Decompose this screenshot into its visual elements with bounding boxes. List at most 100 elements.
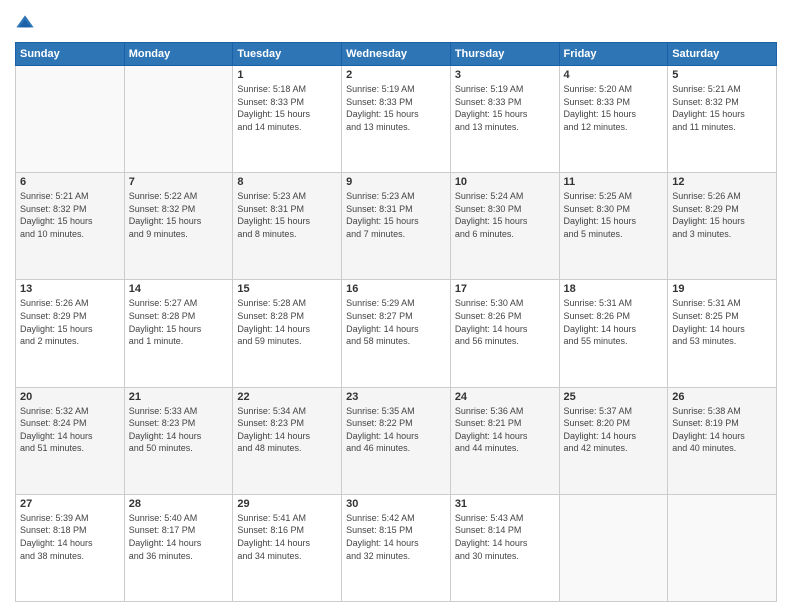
day-number: 5 — [672, 69, 772, 81]
day-info: Sunrise: 5:33 AM Sunset: 8:23 PM Dayligh… — [129, 405, 229, 455]
calendar-cell: 5 Sunrise: 5:21 AM Sunset: 8:32 PM Daylig… — [668, 66, 777, 173]
day-number: 23 — [346, 391, 446, 403]
day-info: Sunrise: 5:22 AM Sunset: 8:32 PM Dayligh… — [129, 190, 229, 240]
calendar-cell: 22 Sunrise: 5:34 AM Sunset: 8:23 PM Dayli… — [233, 387, 342, 494]
day-info: Sunrise: 5:27 AM Sunset: 8:28 PM Dayligh… — [129, 297, 229, 347]
calendar-cell: 8 Sunrise: 5:23 AM Sunset: 8:31 PM Daylig… — [233, 173, 342, 280]
weekday-header-tuesday: Tuesday — [233, 43, 342, 66]
day-info: Sunrise: 5:21 AM Sunset: 8:32 PM Dayligh… — [20, 190, 120, 240]
day-number: 31 — [455, 498, 555, 510]
day-number: 22 — [237, 391, 337, 403]
day-number: 7 — [129, 176, 229, 188]
calendar-week-4: 27Sunrise: 5:39 AM Sunset: 8:18 PM Dayli… — [16, 494, 777, 601]
day-info: Sunrise: 5:26 AM Sunset: 8:29 PM Dayligh… — [672, 190, 772, 240]
calendar-week-1: 6 Sunrise: 5:21 AM Sunset: 8:32 PM Daylig… — [16, 173, 777, 280]
calendar-cell: 7 Sunrise: 5:22 AM Sunset: 8:32 PM Daylig… — [124, 173, 233, 280]
calendar-cell: 14 Sunrise: 5:27 AM Sunset: 8:28 PM Dayli… — [124, 280, 233, 387]
weekday-header-saturday: Saturday — [668, 43, 777, 66]
day-info: Sunrise: 5:26 AM Sunset: 8:29 PM Dayligh… — [20, 297, 120, 347]
day-number: 14 — [129, 283, 229, 295]
day-info: Sunrise: 5:41 AM Sunset: 8:16 PM Dayligh… — [237, 512, 337, 562]
calendar-cell — [668, 494, 777, 601]
day-number: 2 — [346, 69, 446, 81]
calendar-table: SundayMondayTuesdayWednesdayThursdayFrid… — [15, 42, 777, 602]
day-number: 9 — [346, 176, 446, 188]
logo — [15, 14, 37, 34]
calendar-cell: 4Sunrise: 5:20 AM Sunset: 8:33 PM Daylig… — [559, 66, 668, 173]
day-number: 18 — [564, 283, 664, 295]
day-number: 21 — [129, 391, 229, 403]
day-info: Sunrise: 5:29 AM Sunset: 8:27 PM Dayligh… — [346, 297, 446, 347]
day-number: 16 — [346, 283, 446, 295]
calendar-cell: 17 Sunrise: 5:30 AM Sunset: 8:26 PM Dayli… — [450, 280, 559, 387]
calendar-cell: 26 Sunrise: 5:38 AM Sunset: 8:19 PM Dayli… — [668, 387, 777, 494]
calendar-cell: 30 Sunrise: 5:42 AM Sunset: 8:15 PM Dayli… — [342, 494, 451, 601]
day-number: 20 — [20, 391, 120, 403]
weekday-header-sunday: Sunday — [16, 43, 125, 66]
day-number: 27 — [20, 498, 120, 510]
day-info: Sunrise: 5:40 AM Sunset: 8:17 PM Dayligh… — [129, 512, 229, 562]
day-info: Sunrise: 5:20 AM Sunset: 8:33 PM Dayligh… — [564, 83, 664, 133]
calendar-cell: 29 Sunrise: 5:41 AM Sunset: 8:16 PM Dayli… — [233, 494, 342, 601]
calendar-cell: 25 Sunrise: 5:37 AM Sunset: 8:20 PM Dayli… — [559, 387, 668, 494]
weekday-header-wednesday: Wednesday — [342, 43, 451, 66]
weekday-header-monday: Monday — [124, 43, 233, 66]
day-info: Sunrise: 5:31 AM Sunset: 8:25 PM Dayligh… — [672, 297, 772, 347]
day-info: Sunrise: 5:38 AM Sunset: 8:19 PM Dayligh… — [672, 405, 772, 455]
day-info: Sunrise: 5:25 AM Sunset: 8:30 PM Dayligh… — [564, 190, 664, 240]
day-number: 8 — [237, 176, 337, 188]
day-number: 3 — [455, 69, 555, 81]
calendar-cell: 11Sunrise: 5:25 AM Sunset: 8:30 PM Dayli… — [559, 173, 668, 280]
day-info: Sunrise: 5:32 AM Sunset: 8:24 PM Dayligh… — [20, 405, 120, 455]
day-info: Sunrise: 5:23 AM Sunset: 8:31 PM Dayligh… — [237, 190, 337, 240]
day-info: Sunrise: 5:18 AM Sunset: 8:33 PM Dayligh… — [237, 83, 337, 133]
calendar-cell: 12 Sunrise: 5:26 AM Sunset: 8:29 PM Dayli… — [668, 173, 777, 280]
header — [15, 10, 777, 34]
day-number: 26 — [672, 391, 772, 403]
day-info: Sunrise: 5:28 AM Sunset: 8:28 PM Dayligh… — [237, 297, 337, 347]
calendar-cell: 31 Sunrise: 5:43 AM Sunset: 8:14 PM Dayli… — [450, 494, 559, 601]
day-info: Sunrise: 5:42 AM Sunset: 8:15 PM Dayligh… — [346, 512, 446, 562]
calendar-cell: 9 Sunrise: 5:23 AM Sunset: 8:31 PM Daylig… — [342, 173, 451, 280]
day-info: Sunrise: 5:19 AM Sunset: 8:33 PM Dayligh… — [455, 83, 555, 133]
day-info: Sunrise: 5:21 AM Sunset: 8:32 PM Dayligh… — [672, 83, 772, 133]
day-info: Sunrise: 5:23 AM Sunset: 8:31 PM Dayligh… — [346, 190, 446, 240]
day-number: 10 — [455, 176, 555, 188]
calendar-cell: 27Sunrise: 5:39 AM Sunset: 8:18 PM Dayli… — [16, 494, 125, 601]
day-info: Sunrise: 5:43 AM Sunset: 8:14 PM Dayligh… — [455, 512, 555, 562]
day-number: 15 — [237, 283, 337, 295]
calendar-cell: 6 Sunrise: 5:21 AM Sunset: 8:32 PM Daylig… — [16, 173, 125, 280]
calendar-cell: 15 Sunrise: 5:28 AM Sunset: 8:28 PM Dayli… — [233, 280, 342, 387]
calendar-week-0: 1 Sunrise: 5:18 AM Sunset: 8:33 PM Daylig… — [16, 66, 777, 173]
day-number: 13 — [20, 283, 120, 295]
day-info: Sunrise: 5:34 AM Sunset: 8:23 PM Dayligh… — [237, 405, 337, 455]
day-number: 6 — [20, 176, 120, 188]
day-number: 19 — [672, 283, 772, 295]
calendar-cell — [16, 66, 125, 173]
day-number: 28 — [129, 498, 229, 510]
day-info: Sunrise: 5:36 AM Sunset: 8:21 PM Dayligh… — [455, 405, 555, 455]
day-info: Sunrise: 5:37 AM Sunset: 8:20 PM Dayligh… — [564, 405, 664, 455]
calendar-cell: 20 Sunrise: 5:32 AM Sunset: 8:24 PM Dayli… — [16, 387, 125, 494]
calendar-cell: 10Sunrise: 5:24 AM Sunset: 8:30 PM Dayli… — [450, 173, 559, 280]
weekday-header-row: SundayMondayTuesdayWednesdayThursdayFrid… — [16, 43, 777, 66]
day-number: 24 — [455, 391, 555, 403]
day-info: Sunrise: 5:31 AM Sunset: 8:26 PM Dayligh… — [564, 297, 664, 347]
day-number: 25 — [564, 391, 664, 403]
calendar-cell — [124, 66, 233, 173]
weekday-header-friday: Friday — [559, 43, 668, 66]
day-number: 30 — [346, 498, 446, 510]
calendar-cell: 1 Sunrise: 5:18 AM Sunset: 8:33 PM Daylig… — [233, 66, 342, 173]
day-number: 29 — [237, 498, 337, 510]
day-number: 1 — [237, 69, 337, 81]
calendar-cell: 19 Sunrise: 5:31 AM Sunset: 8:25 PM Dayli… — [668, 280, 777, 387]
page: SundayMondayTuesdayWednesdayThursdayFrid… — [0, 0, 792, 612]
day-number: 17 — [455, 283, 555, 295]
calendar-cell: 2Sunrise: 5:19 AM Sunset: 8:33 PM Daylig… — [342, 66, 451, 173]
calendar-cell: 28 Sunrise: 5:40 AM Sunset: 8:17 PM Dayli… — [124, 494, 233, 601]
calendar-cell: 24 Sunrise: 5:36 AM Sunset: 8:21 PM Dayli… — [450, 387, 559, 494]
day-info: Sunrise: 5:30 AM Sunset: 8:26 PM Dayligh… — [455, 297, 555, 347]
weekday-header-thursday: Thursday — [450, 43, 559, 66]
day-number: 12 — [672, 176, 772, 188]
calendar-cell: 16 Sunrise: 5:29 AM Sunset: 8:27 PM Dayli… — [342, 280, 451, 387]
